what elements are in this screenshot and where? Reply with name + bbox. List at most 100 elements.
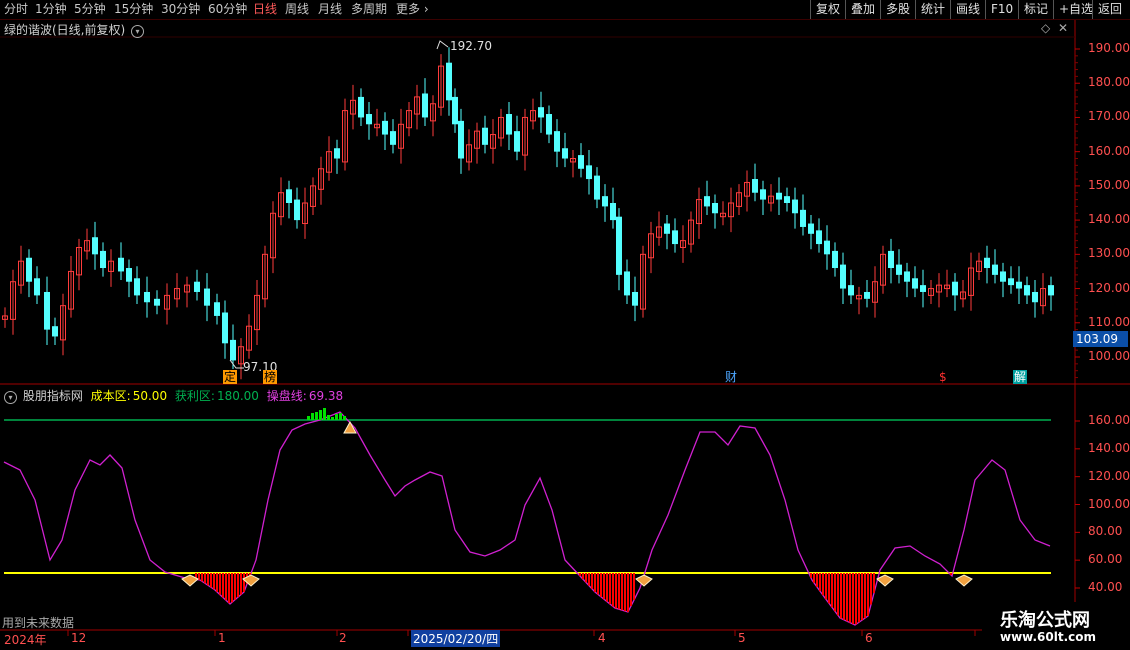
profit-zone-bar xyxy=(323,408,326,420)
candle-body xyxy=(1024,285,1030,296)
profit-zone-bar xyxy=(327,415,330,420)
candle-body xyxy=(230,339,236,361)
candle-body xyxy=(816,230,822,245)
candle-body xyxy=(602,196,608,207)
candle-body xyxy=(672,230,678,245)
candle-body xyxy=(514,131,520,152)
candle-body xyxy=(144,291,150,303)
candle-body xyxy=(26,257,32,282)
candle-body xyxy=(546,114,552,135)
price-tick-label: 120.00 xyxy=(1088,280,1130,295)
candle-body xyxy=(554,131,560,152)
candle-body xyxy=(118,257,124,272)
candle-body xyxy=(214,302,220,316)
price-tick-label: 170.00 xyxy=(1088,109,1130,124)
close-icon[interactable]: ✕ xyxy=(1058,21,1068,35)
candle-body xyxy=(286,189,292,203)
time-label-year: 2024年 xyxy=(4,633,47,647)
price-tick-label: 180.00 xyxy=(1088,75,1130,90)
profit-zone-bar xyxy=(335,414,338,420)
time-label-may: 5 xyxy=(738,631,746,645)
trade-line-label: 操盘线: xyxy=(266,389,307,403)
candle-body xyxy=(538,107,544,118)
profit-zone-value: 180.00 xyxy=(216,389,259,403)
buy-signal-diamond xyxy=(876,574,894,587)
candle-body xyxy=(776,192,782,200)
candle-body xyxy=(366,114,372,125)
chevron-down-icon[interactable]: ▾ xyxy=(131,25,145,38)
candle-body xyxy=(840,264,846,289)
candle-body xyxy=(594,175,600,200)
profit-zone-bar xyxy=(319,410,322,420)
candle-body xyxy=(52,326,58,337)
time-label-feb: 2 xyxy=(339,631,347,645)
candle-body xyxy=(610,203,616,221)
indicator-tick-label: 120.00 xyxy=(1088,468,1130,483)
candle-body xyxy=(578,155,584,169)
event-marker-ding[interactable]: 定 xyxy=(223,370,238,384)
candle-body xyxy=(92,237,98,255)
event-marker-dividend[interactable]: $ xyxy=(938,370,948,384)
indicator-tick-label: 100.00 xyxy=(1088,496,1130,511)
candle-body xyxy=(624,271,630,296)
stock-title-row: 绿的谐波(日线,前复权) ▾ xyxy=(4,21,145,38)
future-data-note: 用到未来数据 xyxy=(2,616,75,630)
candle-body xyxy=(222,312,228,344)
brand-url: www.60lt.com xyxy=(1000,630,1097,644)
buy-signal-diamond xyxy=(635,574,653,587)
candle-body xyxy=(992,264,998,275)
price-tick-label: 160.00 xyxy=(1088,143,1130,158)
candle-body xyxy=(800,209,806,227)
candle-body xyxy=(760,189,766,200)
candle-body xyxy=(458,120,464,159)
candle-body xyxy=(154,298,160,306)
candle-body xyxy=(100,250,106,269)
candle-body xyxy=(848,285,854,296)
indicator-name[interactable]: 股朋指标网 xyxy=(23,389,83,403)
buy-signal-diamond xyxy=(242,574,260,587)
profit-zone-bar xyxy=(339,413,342,420)
candle-body xyxy=(664,223,670,234)
time-label-jan: 1 xyxy=(218,631,226,645)
candle-body xyxy=(358,96,364,118)
price-tick-label: 190.00 xyxy=(1088,41,1130,55)
price-tick-label: 110.00 xyxy=(1088,314,1130,329)
indicator-toggle-icon[interactable]: ▾ xyxy=(4,391,17,404)
candle-body xyxy=(864,291,870,299)
candle-body xyxy=(334,148,340,159)
stock-title: 绿的谐波(日线,前复权) xyxy=(4,23,126,37)
candle-body xyxy=(506,114,512,135)
cost-zone-label: 成本区: xyxy=(90,389,131,403)
candle-body xyxy=(446,62,452,101)
candle-body xyxy=(952,281,958,296)
cost-zone-value: 50.00 xyxy=(132,389,168,403)
candle-body xyxy=(204,288,210,306)
event-marker-finance[interactable]: 财 xyxy=(724,370,738,384)
profit-zone-bar xyxy=(315,412,318,420)
candle-body xyxy=(452,96,458,125)
chart-canvas[interactable] xyxy=(0,0,1130,650)
profit-zone-bar xyxy=(331,417,334,420)
candle-body xyxy=(888,250,894,269)
candle-body xyxy=(632,291,638,306)
candle-body xyxy=(616,216,622,275)
time-label-jun: 6 xyxy=(865,631,873,645)
candle-body xyxy=(562,148,568,159)
trade-line-value: 69.38 xyxy=(308,389,344,403)
event-marker-bang[interactable]: 榜 xyxy=(263,370,278,384)
candle-body xyxy=(134,278,140,296)
candle-body xyxy=(586,165,592,180)
candle-body xyxy=(808,223,814,234)
indicator-tick-label: 80.00 xyxy=(1088,524,1123,539)
indicator-tick-label: 60.00 xyxy=(1088,552,1123,567)
diamond-icon[interactable]: ◇ xyxy=(1041,21,1050,35)
price-tick-label: 100.00 xyxy=(1088,349,1130,363)
event-marker-unlock[interactable]: 解 xyxy=(1013,370,1028,384)
high-pointer xyxy=(436,40,449,50)
trade-line-curve xyxy=(3,411,1051,626)
candle-body xyxy=(984,257,990,269)
candle-body xyxy=(126,268,132,282)
candle-body xyxy=(792,199,798,214)
candle-body xyxy=(44,291,50,330)
buy-signal-diamond xyxy=(955,574,973,587)
